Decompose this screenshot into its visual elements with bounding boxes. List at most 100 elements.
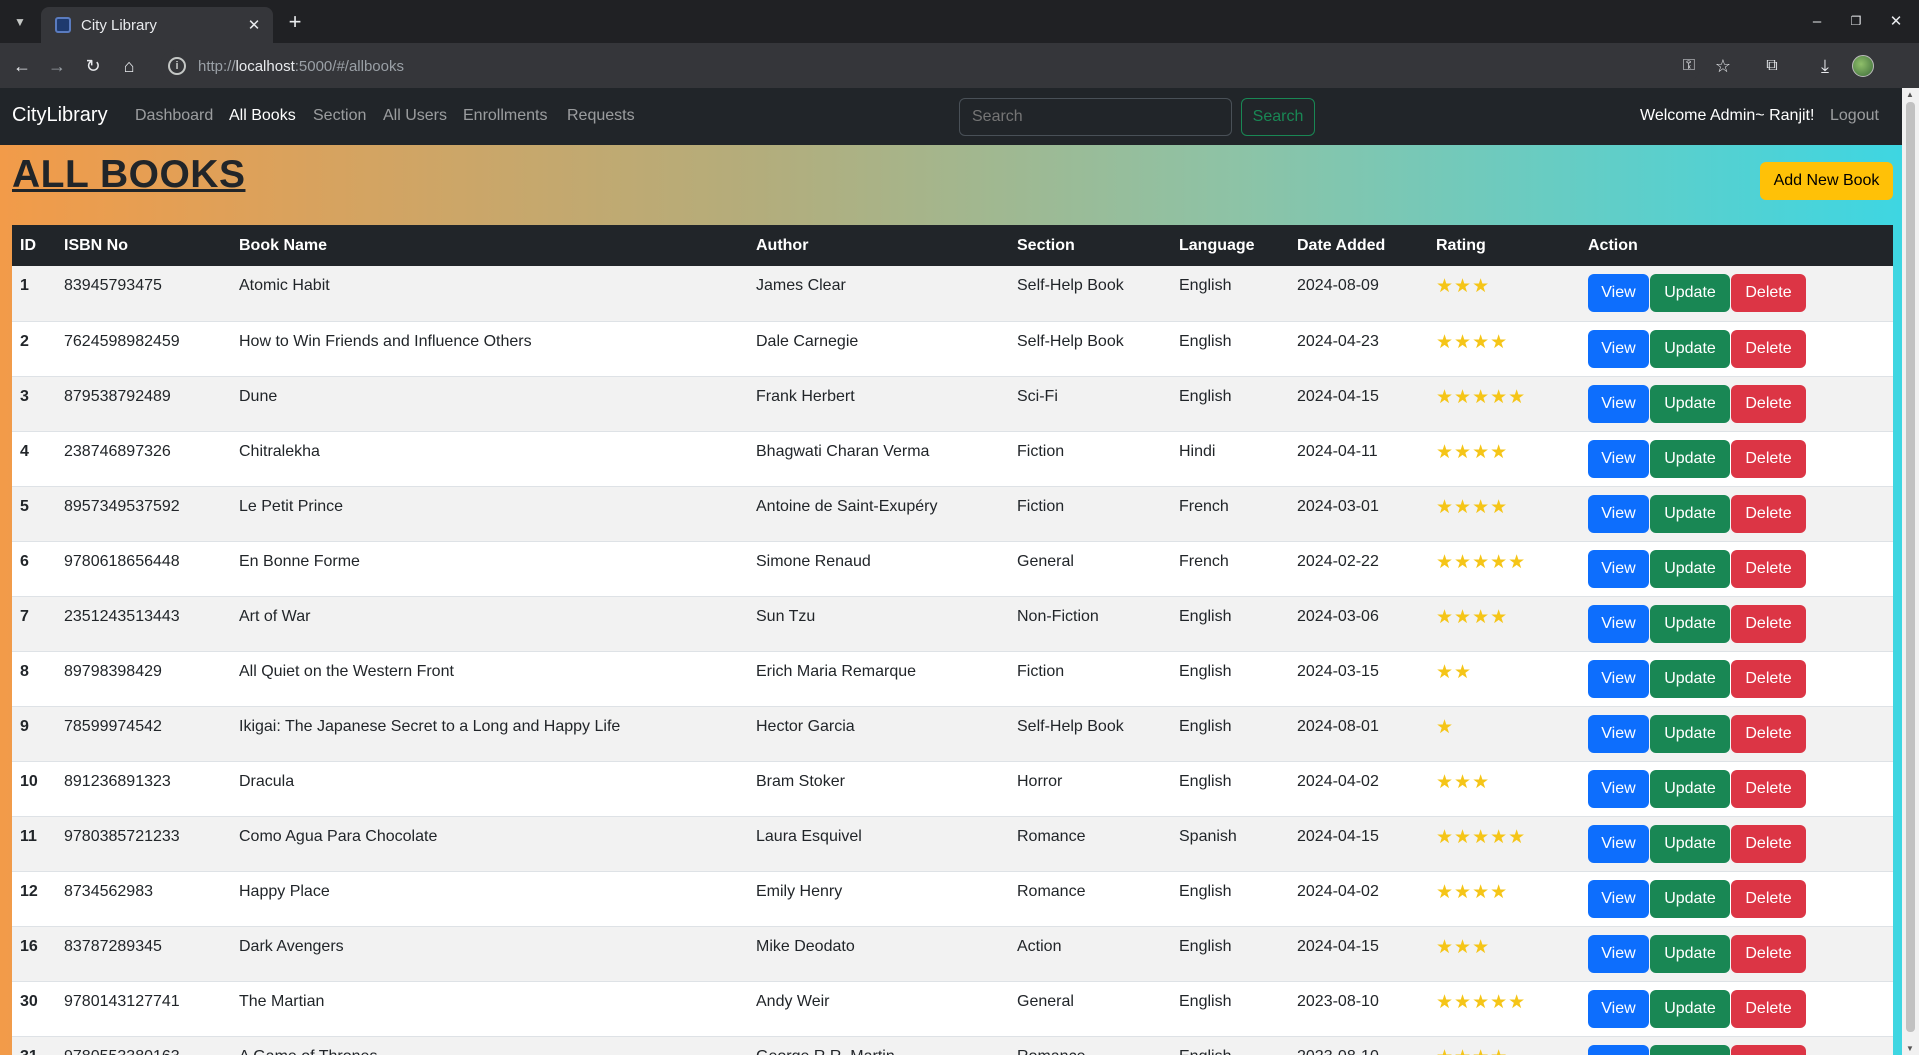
update-button[interactable]: Update [1650,384,1730,423]
delete-button[interactable]: Delete [1731,494,1806,533]
cell-actions: ViewUpdateDelete [1580,871,1893,926]
window-close-icon[interactable]: ✕ [1884,9,1908,33]
update-button[interactable]: Update [1650,439,1730,478]
browser-tab[interactable]: City Library ✕ [41,7,273,43]
download-icon[interactable]: ⤓ [1812,53,1838,79]
delete-button[interactable]: Delete [1731,549,1806,588]
update-button[interactable]: Update [1650,494,1730,533]
forward-arrow-icon[interactable]: → [44,53,70,79]
reload-icon[interactable]: ↻ [80,53,106,79]
delete-button[interactable]: Delete [1731,934,1806,973]
delete-button[interactable]: Delete [1731,384,1806,423]
update-button[interactable]: Update [1650,274,1730,312]
view-button[interactable]: View [1588,769,1649,808]
nav-all-books[interactable]: All Books [229,107,296,125]
view-button[interactable]: View [1588,494,1649,533]
view-button[interactable]: View [1588,824,1649,863]
minimize-icon[interactable]: – [1805,9,1829,33]
delete-button[interactable]: Delete [1731,1044,1806,1055]
nav-section[interactable]: Section [313,107,366,125]
delete-button[interactable]: Delete [1731,604,1806,643]
address-bar[interactable]: i http://localhost:5000/#/allbooks [160,49,1700,83]
view-button[interactable]: View [1588,384,1649,423]
cell-author: Simone Renaud [756,552,871,570]
update-button[interactable]: Update [1650,604,1730,643]
extensions-puzzle-icon[interactable]: ⧉ [1759,53,1785,79]
cell-language: English [1179,277,1232,294]
update-button[interactable]: Update [1650,329,1730,368]
cell-author: Dale Carnegie [756,332,859,350]
table-row: 2 7624598982459 How to Win Friends and Inf… [12,321,1893,376]
brand-logo[interactable]: CityLibrary [12,104,108,127]
update-button[interactable]: Update [1650,879,1730,918]
delete-button[interactable]: Delete [1731,989,1806,1028]
site-info-icon[interactable]: i [168,57,186,75]
nav-requests[interactable]: Requests [567,107,635,125]
view-button[interactable]: View [1588,934,1649,973]
delete-button[interactable]: Delete [1731,274,1806,312]
view-button[interactable]: View [1588,659,1649,698]
back-arrow-icon[interactable]: ← [9,53,35,79]
view-button[interactable]: View [1588,1044,1649,1055]
table-row: 7 2351243513443 Art of War Sun Tzu Non-Ficti… [12,596,1893,651]
rating-stars-icon: ★★★ [1436,771,1491,793]
cell-author: Laura Esquivel [756,827,862,845]
view-button[interactable]: View [1588,989,1649,1028]
bookmark-star-icon[interactable]: ☆ [1710,53,1736,79]
add-new-book-button[interactable]: Add New Book [1760,162,1893,200]
cell-author: Bhagwati Charan Verma [756,442,930,460]
scroll-up-arrow-icon[interactable]: ▲ [1906,90,1914,99]
password-key-icon[interactable]: ⚿ [1676,53,1702,79]
logout-link[interactable]: Logout [1830,107,1879,125]
update-button[interactable]: Update [1650,824,1730,863]
cell-author: Hector Garcia [756,717,855,735]
delete-button[interactable]: Delete [1731,769,1806,808]
view-button[interactable]: View [1588,274,1649,312]
nav-enrollments[interactable]: Enrollments [463,107,547,125]
rating-stars-icon: ★★★★ [1436,496,1509,518]
view-button[interactable]: View [1588,329,1649,368]
cell-author: George R.R. Martin [748,1036,1009,1055]
cell-book-name: Dark Avengers [239,937,344,955]
update-button[interactable]: Update [1650,659,1730,698]
nav-dashboard[interactable]: Dashboard [135,107,213,125]
search-button[interactable]: Search [1241,98,1315,136]
view-button[interactable]: View [1588,879,1649,918]
restore-icon[interactable]: ❐ [1844,9,1868,33]
browser-tabbar: ▼ City Library ✕ + – ❐ ✕ [0,0,1919,43]
home-icon[interactable]: ⌂ [116,53,142,79]
welcome-text: Welcome Admin~ Ranjit! [1640,107,1815,124]
cell-language: French [1179,497,1229,515]
tab-close-icon[interactable]: ✕ [245,16,263,34]
update-button[interactable]: Update [1650,714,1730,753]
delete-button[interactable]: Delete [1731,659,1806,698]
scroll-down-arrow-icon[interactable]: ▼ [1906,1044,1914,1053]
delete-button[interactable]: Delete [1731,879,1806,918]
tab-list-chevron-icon[interactable]: ▼ [8,10,32,34]
cell-isbn: 2351243513443 [64,607,180,625]
update-button[interactable]: Update [1650,934,1730,973]
update-button[interactable]: Update [1650,1044,1730,1055]
delete-button[interactable]: Delete [1731,439,1806,478]
view-button[interactable]: View [1588,439,1649,478]
delete-button[interactable]: Delete [1731,714,1806,753]
profile-avatar[interactable] [1852,55,1874,77]
view-button[interactable]: View [1588,714,1649,753]
delete-button[interactable]: Delete [1731,824,1806,863]
view-button[interactable]: View [1588,549,1649,588]
cell-actions: ViewUpdateDelete [1580,761,1893,816]
cell-date-added: 2024-04-15 [1297,387,1379,405]
new-tab-plus-icon[interactable]: + [282,9,308,35]
cell-book-name: Atomic Habit [239,277,330,294]
search-input[interactable] [959,98,1232,136]
view-button[interactable]: View [1588,604,1649,643]
update-button[interactable]: Update [1650,549,1730,588]
rating-stars-icon: ★★★★★ [1436,991,1527,1013]
cell-id: 11 [20,827,37,845]
update-button[interactable]: Update [1650,769,1730,808]
page-scrollbar[interactable]: ▲ ▼ [1902,88,1919,1055]
nav-all-users[interactable]: All Users [383,107,447,125]
delete-button[interactable]: Delete [1731,329,1806,368]
update-button[interactable]: Update [1650,989,1730,1028]
scrollbar-thumb[interactable] [1906,102,1915,1032]
